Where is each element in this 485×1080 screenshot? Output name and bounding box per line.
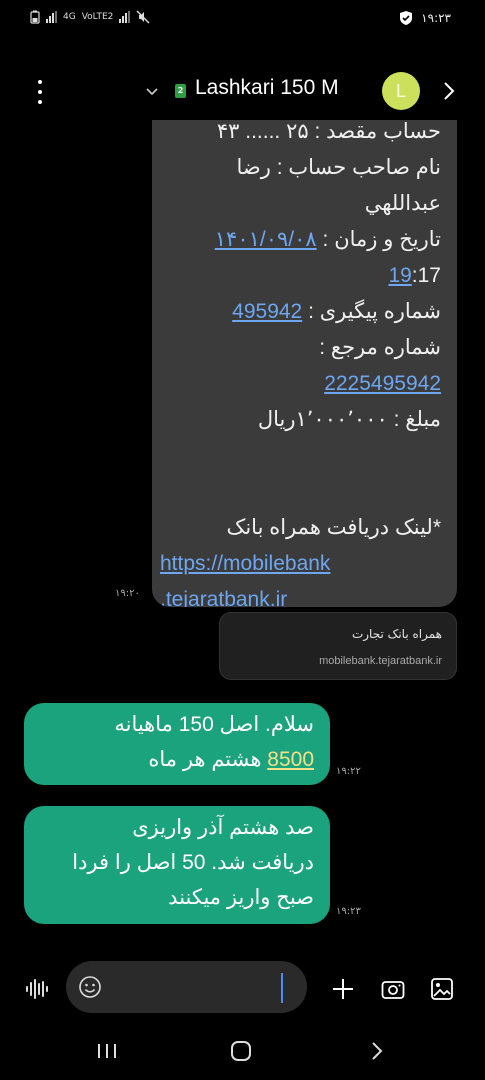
text-caret: [281, 973, 283, 1003]
volte-label: VoLTE2: [81, 12, 114, 22]
signal-icon: [46, 11, 57, 23]
back-icon[interactable]: [370, 1040, 384, 1062]
camera-icon[interactable]: [381, 978, 405, 1000]
message-line: حساب مقصد : ۲۵ ...... ۴۳: [216, 120, 441, 143]
signal-icon-2: [119, 11, 131, 23]
message-line: صبح واریز میکنند: [168, 886, 314, 909]
url-link-cont[interactable]: .tejaratbank.ir: [160, 588, 287, 607]
menu-icon[interactable]: [30, 80, 50, 104]
number-link[interactable]: 8500: [267, 748, 314, 771]
message-input-container[interactable]: [66, 961, 307, 1013]
message-line: شماره مرجع :: [319, 336, 441, 359]
conversation-header: 2 Lashkari 150 M L: [0, 60, 485, 122]
plus-icon[interactable]: [331, 977, 355, 1001]
tracking-number-link[interactable]: 495942: [232, 300, 302, 323]
message-input[interactable]: [110, 973, 278, 1003]
avatar[interactable]: L: [382, 72, 420, 110]
message-line: سلام. اصل 150 ماهیانه: [114, 713, 314, 736]
message-line: نام صاحب حساب : رضا: [236, 156, 441, 179]
message-line: 2225495942: [156, 366, 441, 402]
status-right: ۱۹:۲۳: [399, 10, 451, 26]
emoji-icon[interactable]: [78, 975, 102, 999]
gallery-icon[interactable]: [430, 977, 454, 1001]
link-preview-card[interactable]: همراه بانک تجارت mobilebank.tejaratbank.…: [219, 612, 457, 680]
message-line: عبداللهي: [364, 192, 441, 215]
message-time: ۱۹:۲۲: [336, 766, 361, 777]
clock: ۱۹:۲۳: [421, 11, 451, 25]
status-left: 4G VoLTE2: [30, 10, 150, 24]
message-line: صد هشتم آذر واریزی: [132, 816, 314, 839]
url-link[interactable]: https://mobilebank: [160, 552, 330, 575]
time-link[interactable]: 19: [388, 264, 411, 287]
link-preview-url: mobilebank.tejaratbank.ir: [319, 655, 442, 667]
message-time: ۱۹:۲۰: [115, 588, 140, 599]
message-line: دریافت شد. 50 اصل را فردا: [72, 851, 314, 874]
recent-apps-icon[interactable]: [96, 1042, 118, 1060]
date-link[interactable]: ۱۴۰۱/۰۹/۰۸: [215, 228, 317, 251]
battery-saver-icon: [30, 10, 40, 24]
message-line: شماره پیگیری : 495942: [232, 300, 441, 323]
message-time: ۱۹:۲۳: [336, 906, 361, 917]
message-line: 19:17: [388, 264, 441, 287]
navigation-bar: [0, 1028, 485, 1076]
message-line: تاریخ و زمان : ۱۴۰۱/۰۹/۰۸: [214, 228, 441, 251]
outgoing-message-bubble[interactable]: صد هشتم آذر واریزی دریافت شد. 50 اصل را …: [24, 806, 330, 924]
voice-icon[interactable]: [25, 978, 49, 1000]
sim-badge: 2: [175, 84, 186, 98]
chevron-right-icon[interactable]: [440, 80, 458, 102]
contact-name[interactable]: Lashkari 150 M: [195, 76, 339, 100]
message-line: .tejaratbank.ir: [156, 582, 441, 607]
shield-icon: [400, 11, 413, 25]
message-line: مبلغ : ۱٬۰۰۰٬۰۰۰ریال: [257, 408, 441, 431]
mute-icon: [136, 10, 150, 24]
outgoing-message-bubble[interactable]: سلام. اصل 150 ماهیانه 8500 هشتم هر ماه: [24, 703, 330, 785]
network-label: 4G: [63, 12, 76, 22]
message-line: 8500 هشتم هر ماه: [148, 748, 314, 771]
composer: [0, 955, 485, 1025]
link-preview-title: همراه بانک تجارت: [351, 627, 442, 641]
status-bar: 4G VoLTE2 ۱۹:۲۳: [0, 0, 485, 40]
chevron-down-icon[interactable]: [145, 84, 159, 98]
reference-number-link[interactable]: 2225495942: [324, 372, 441, 395]
message-line: *لینک دریافت همراه بانک: [226, 516, 441, 539]
message-line: https://mobilebank: [156, 546, 441, 582]
home-icon[interactable]: [230, 1040, 252, 1062]
incoming-message-bubble[interactable]: حساب مقصد : ۲۵ ...... ۴۳ نام صاحب حساب :…: [152, 120, 457, 607]
